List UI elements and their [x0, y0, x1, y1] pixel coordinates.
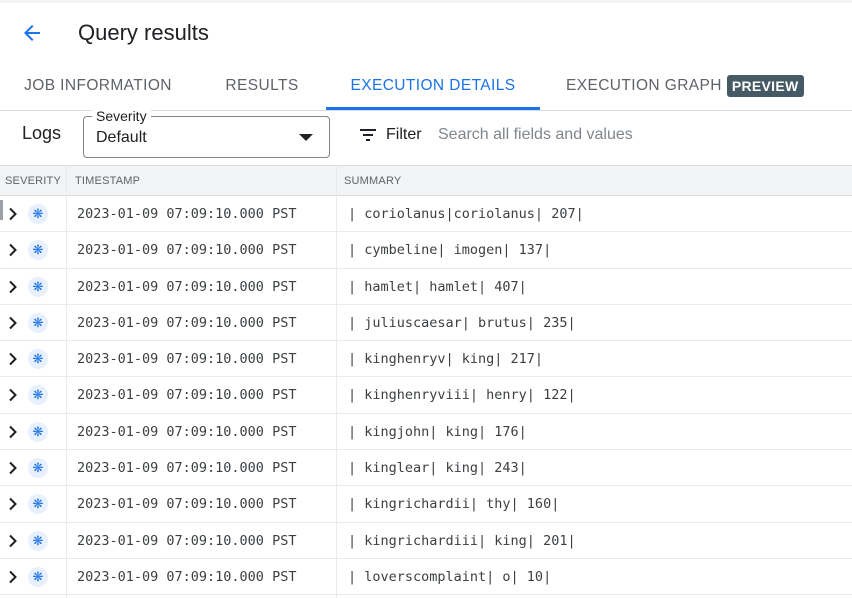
tab-label: RESULTS [225, 77, 299, 94]
row-timestamp: 2023-01-09 07:09:10.000 PST [77, 242, 297, 259]
query-results-page: Query results JOB INFORMATION RESULTS EX… [0, 0, 852, 598]
column-header-summary[interactable]: SUMMARY [344, 166, 401, 195]
chevron-right-icon[interactable] [6, 388, 20, 402]
table-row[interactable]: ❋ 2023-01-09 07:09:10.000 PST | cymbeline|… [0, 232, 852, 269]
table-row[interactable]: ❋ 2023-01-09 07:09:10.000 PST | juliuscaes… [0, 305, 852, 342]
row-timestamp: 2023-01-09 07:09:10.000 PST [77, 532, 297, 549]
filter-icon [360, 129, 376, 141]
row-summary: | cymbeline| imogen| 137| [348, 242, 552, 259]
row-summary: | kinghenryviii| henry| 122| [348, 387, 576, 404]
arrow-back-icon [24, 25, 40, 41]
row-summary: | hamlet| hamlet| 407| [348, 278, 527, 295]
tab-results[interactable]: RESULTS [212, 62, 312, 110]
dropdown-arrow-icon [299, 134, 313, 141]
column-header-severity[interactable]: SEVERITY [5, 166, 61, 195]
row-summary: | kinglear| king| 243| [348, 460, 527, 477]
tab-label: EXECUTION DETAILS [350, 77, 516, 94]
search-input[interactable] [438, 123, 838, 147]
row-timestamp: 2023-01-09 07:09:10.000 PST [77, 496, 297, 513]
active-tab-indicator [326, 107, 540, 110]
tab-execution-graph[interactable]: EXECUTION GRAPH PREVIEW [566, 62, 804, 110]
row-selected-marker [0, 200, 3, 220]
row-summary: | kinghenryv| king| 217| [348, 351, 544, 368]
logs-label: Logs [22, 123, 62, 143]
logs-toolbar: Logs Severity Default Filter [0, 108, 852, 165]
filter-label: Filter [386, 126, 422, 143]
table-row[interactable]: ❋ 2023-01-09 07:09:10.000 PST | kinglear| … [0, 450, 852, 487]
row-timestamp: 2023-01-09 07:09:10.000 PST [77, 387, 297, 404]
severity-value: Default [96, 129, 147, 146]
row-summary: | juliuscaesar| brutus| 235| [348, 314, 576, 331]
table-row[interactable]: ❋ 2023-01-09 07:09:10.000 PST | coriolanus… [0, 196, 852, 233]
row-summary: | coriolanus|coriolanus| 207| [348, 206, 584, 222]
column-header-timestamp[interactable]: TIMESTAMP [75, 166, 140, 195]
chevron-right-icon[interactable] [6, 207, 20, 221]
table-row[interactable]: ❋ 2023-01-09 07:09:10.000 PST | kingrichar… [0, 486, 852, 523]
chevron-right-icon[interactable] [6, 425, 20, 439]
tab-bar: JOB INFORMATION RESULTS EXECUTION DETAIL… [0, 62, 852, 111]
row-timestamp: 2023-01-09 07:09:10.000 PST [77, 206, 297, 222]
table-row[interactable]: ❋ 2023-01-09 07:09:10.000 PST | kingrichar… [0, 523, 852, 559]
table-row[interactable]: ❋ 2023-01-09 07:09:10.000 PST | loverscomp… [0, 559, 852, 596]
table-row[interactable]: ❋ 2023-01-09 07:09:10.000 PST | kingjohn| … [0, 414, 852, 451]
table-row[interactable]: ❋ 2023-01-09 07:09:10.000 PST | hamlet| ha… [0, 269, 852, 305]
logs-table: SEVERITY TIMESTAMP SUMMARY ❋ 2023-01-09 0… [0, 165, 852, 598]
tab-label: JOB INFORMATION [24, 77, 172, 94]
chevron-right-icon[interactable] [6, 316, 20, 330]
filter-button[interactable]: Filter [358, 123, 422, 147]
row-timestamp: 2023-01-09 07:09:10.000 PST [77, 314, 297, 331]
chevron-right-icon[interactable] [6, 497, 20, 511]
header: Query results [0, 3, 852, 61]
row-summary: | kingrichardiii| king| 201| [348, 532, 576, 549]
table-row[interactable]: ❋ 2023-01-09 07:09:10.000 PST | kinghenryv… [0, 377, 852, 414]
severity-default-icon: ❋ [28, 240, 48, 261]
preview-badge: PREVIEW [726, 75, 804, 97]
severity-default-icon: ❋ [28, 494, 48, 515]
back-button[interactable] [14, 18, 50, 48]
row-timestamp: 2023-01-09 07:09:10.000 PST [77, 278, 297, 295]
severity-default-icon: ❋ [28, 385, 48, 406]
severity-default-icon: ❋ [28, 421, 48, 442]
chevron-right-icon[interactable] [6, 280, 20, 294]
tab-job-information[interactable]: JOB INFORMATION [14, 62, 182, 110]
severity-select[interactable]: Severity Default [83, 108, 330, 158]
row-summary: | loverscomplaint| o| 10| [348, 568, 552, 585]
severity-default-icon: ❋ [28, 458, 48, 479]
chevron-right-icon[interactable] [6, 534, 20, 548]
tab-execution-details[interactable]: EXECUTION DETAILS [326, 62, 540, 110]
table-body: ❋ 2023-01-09 07:09:10.000 PST | coriolanus… [0, 196, 852, 596]
severity-default-icon: ❋ [28, 312, 48, 333]
chevron-right-icon[interactable] [6, 243, 20, 257]
table-header: SEVERITY TIMESTAMP SUMMARY [0, 165, 852, 196]
chevron-right-icon[interactable] [6, 570, 20, 584]
severity-default-icon: ❋ [28, 566, 48, 587]
row-timestamp: 2023-01-09 07:09:10.000 PST [77, 423, 297, 440]
tab-label: EXECUTION GRAPH [566, 77, 722, 94]
row-summary: | kingrichardii| thy| 160| [348, 496, 560, 513]
severity-default-icon: ❋ [28, 530, 48, 551]
severity-legend: Severity [92, 108, 151, 124]
page-title: Query results [78, 20, 209, 45]
row-timestamp: 2023-01-09 07:09:10.000 PST [77, 351, 297, 368]
chevron-right-icon[interactable] [6, 461, 20, 475]
row-timestamp: 2023-01-09 07:09:10.000 PST [77, 568, 297, 585]
row-timestamp: 2023-01-09 07:09:10.000 PST [77, 460, 297, 477]
chevron-right-icon[interactable] [6, 352, 20, 366]
severity-default-icon: ❋ [28, 276, 48, 297]
severity-default-icon: ❋ [28, 204, 48, 224]
table-row[interactable]: ❋ 2023-01-09 07:09:10.000 PST | kinghenryv… [0, 341, 852, 378]
severity-default-icon: ❋ [28, 349, 48, 370]
row-summary: | kingjohn| king| 176| [348, 423, 527, 440]
